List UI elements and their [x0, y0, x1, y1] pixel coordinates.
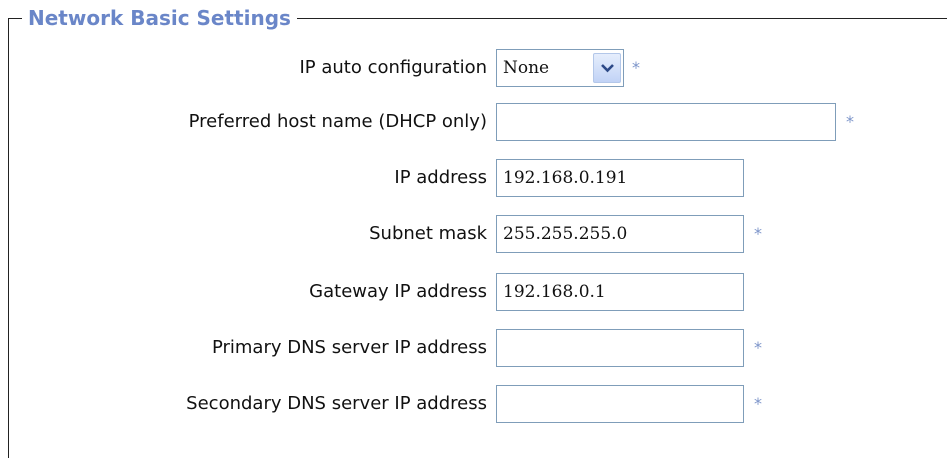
ip-address-label: IP address	[394, 167, 487, 188]
gateway-ip-label: Gateway IP address	[309, 281, 487, 302]
ip-address-input[interactable]	[496, 159, 744, 197]
ip-auto-config-row: IP auto configuration None *	[0, 48, 947, 88]
gateway-ip-input[interactable]	[496, 273, 744, 311]
required-asterisk: *	[846, 112, 854, 131]
chevron-down-icon	[601, 64, 614, 73]
required-asterisk: *	[632, 58, 640, 77]
required-asterisk: *	[754, 394, 762, 413]
ip-auto-config-select[interactable]: None	[496, 49, 624, 87]
preferred-host-name-row: Preferred host name (DHCP only) *	[0, 102, 947, 142]
primary-dns-label: Primary DNS server IP address	[211, 337, 487, 358]
required-asterisk: *	[754, 338, 762, 357]
ip-auto-config-selected-value: None	[503, 58, 550, 78]
ip-auto-config-label: IP auto configuration	[299, 57, 487, 78]
preferred-host-name-input[interactable]	[496, 103, 836, 141]
preferred-host-name-label: Preferred host name (DHCP only)	[188, 111, 487, 132]
secondary-dns-row: Secondary DNS server IP address *	[0, 384, 947, 424]
section-title: Network Basic Settings	[22, 4, 297, 32]
ip-address-row: IP address	[0, 158, 947, 198]
primary-dns-row: Primary DNS server IP address *	[0, 328, 947, 368]
required-asterisk: *	[754, 224, 762, 243]
subnet-mask-input[interactable]	[496, 215, 744, 253]
primary-dns-input[interactable]	[496, 329, 744, 367]
gateway-ip-row: Gateway IP address	[0, 272, 947, 312]
secondary-dns-label: Secondary DNS server IP address	[186, 393, 487, 414]
dropdown-button[interactable]	[593, 53, 621, 83]
secondary-dns-input[interactable]	[496, 385, 744, 423]
subnet-mask-row: Subnet mask *	[0, 214, 947, 254]
subnet-mask-label: Subnet mask	[369, 223, 487, 244]
